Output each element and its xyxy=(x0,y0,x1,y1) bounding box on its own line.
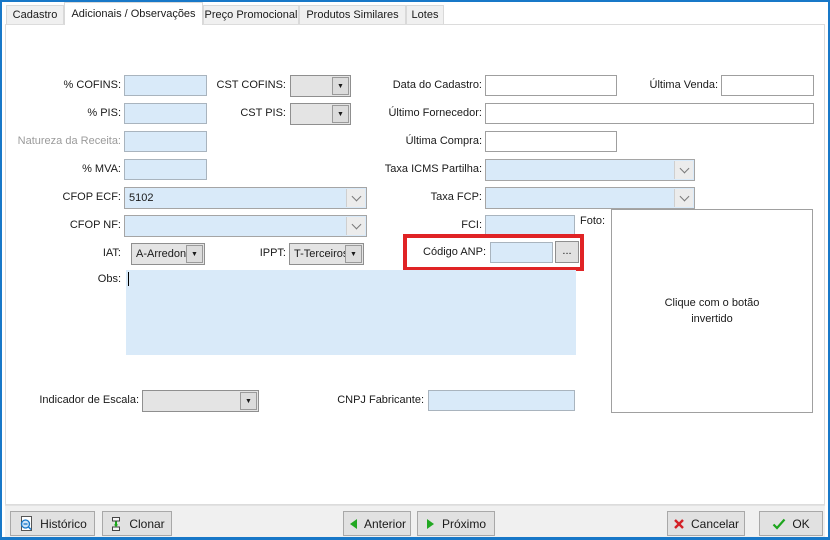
next-arrow-icon xyxy=(426,518,436,530)
tab-label: Produtos Similares xyxy=(306,9,398,21)
dropdown-arrow-icon[interactable]: ▼ xyxy=(332,77,349,95)
fci-input[interactable] xyxy=(485,215,575,236)
tab-label: Lotes xyxy=(412,9,439,21)
dropdown-arrow-icon[interactable]: ▼ xyxy=(186,245,203,263)
cnpj-fabricante-input[interactable] xyxy=(428,390,575,411)
cfop-ecf-label: CFOP ECF: xyxy=(13,187,121,208)
proximo-button-label: Próximo xyxy=(442,517,486,531)
bottom-button-bar: Histórico Clonar Anterior Próximo xyxy=(5,505,825,537)
foto-box[interactable]: Clique com o botão invertido xyxy=(611,209,813,413)
ippt-value: T-Terceiros xyxy=(294,248,348,260)
foto-label: Foto: xyxy=(580,211,610,232)
taxa-icms-partilha-label: Taxa ICMS Partilha: xyxy=(366,159,482,180)
codigo-anp-highlight: Código ANP: ... xyxy=(403,234,584,271)
anterior-button[interactable]: Anterior xyxy=(343,511,411,536)
chevron-down-icon[interactable] xyxy=(346,189,365,207)
ultima-venda-input[interactable] xyxy=(721,75,814,96)
cfop-nf-select[interactable] xyxy=(124,215,367,237)
chevron-down-icon[interactable] xyxy=(674,161,693,179)
taxa-fcp-label: Taxa FCP: xyxy=(366,187,482,208)
cfop-nf-label: CFOP NF: xyxy=(13,215,121,236)
codigo-anp-browse-button[interactable]: ... xyxy=(555,241,579,263)
indicador-escala-select[interactable]: ▼ xyxy=(142,390,259,412)
foto-hint: Clique com o botão invertido xyxy=(647,295,777,328)
text-caret xyxy=(128,272,129,286)
clonar-button-label: Clonar xyxy=(129,517,164,531)
previous-arrow-icon xyxy=(348,518,358,530)
pis-label: % PIS: xyxy=(13,103,121,124)
proximo-button[interactable]: Próximo xyxy=(417,511,495,536)
ok-button[interactable]: OK xyxy=(759,511,823,536)
cancel-x-icon xyxy=(673,518,685,530)
chevron-down-icon[interactable] xyxy=(346,217,365,235)
clonar-button[interactable]: Clonar xyxy=(102,511,172,536)
tab-label: Cadastro xyxy=(13,9,58,21)
data-cadastro-input[interactable] xyxy=(485,75,617,96)
tab-preco-promocional[interactable]: Preço Promocional xyxy=(203,5,299,24)
mva-label: % MVA: xyxy=(13,159,121,180)
tab-adicionais-observacoes[interactable]: Adicionais / Observações xyxy=(64,2,203,25)
natureza-receita-input[interactable] xyxy=(124,131,207,152)
codigo-anp-label: Código ANP: xyxy=(412,242,486,263)
dropdown-arrow-icon[interactable]: ▼ xyxy=(240,392,257,410)
fci-label: FCI: xyxy=(366,215,482,236)
pis-input[interactable] xyxy=(124,103,207,124)
indicador-escala-label: Indicador de Escala: xyxy=(26,390,139,411)
dropdown-arrow-icon[interactable]: ▼ xyxy=(332,105,349,123)
cancelar-button-label: Cancelar xyxy=(691,517,739,531)
history-document-icon xyxy=(18,516,34,532)
ok-button-label: OK xyxy=(792,517,809,531)
tab-page-adicionais: % COFINS: CST COFINS: ▼ Data do Cadastro… xyxy=(5,24,825,505)
ultima-compra-label: Última Compra: xyxy=(366,131,482,152)
tab-lotes[interactable]: Lotes xyxy=(406,5,444,24)
ultimo-fornecedor-input[interactable] xyxy=(485,103,814,124)
anterior-button-label: Anterior xyxy=(364,517,406,531)
iat-label: IAT: xyxy=(76,243,121,264)
natureza-receita-label: Natureza da Receita: xyxy=(13,131,121,152)
taxa-icms-partilha-select[interactable] xyxy=(485,159,695,181)
ultima-compra-input[interactable] xyxy=(485,131,617,152)
product-form-window: Cadastro Adicionais / Observações Preço … xyxy=(0,0,830,540)
cst-cofins-select[interactable]: ▼ xyxy=(290,75,351,97)
cnpj-fabricante-label: CNPJ Fabricante: xyxy=(321,390,424,411)
cst-pis-select[interactable]: ▼ xyxy=(290,103,351,125)
cst-cofins-label: CST COFINS: xyxy=(206,75,286,96)
ultimo-fornecedor-label: Último Fornecedor: xyxy=(366,103,482,124)
cancelar-button[interactable]: Cancelar xyxy=(667,511,745,536)
cst-pis-label: CST PIS: xyxy=(206,103,286,124)
ultima-venda-label: Última Venda: xyxy=(634,75,718,96)
cfop-ecf-select[interactable]: 5102 xyxy=(124,187,367,209)
dropdown-arrow-icon[interactable]: ▼ xyxy=(345,245,362,263)
tab-label: Preço Promocional xyxy=(205,9,298,21)
obs-label: Obs: xyxy=(91,269,121,290)
cfop-ecf-value: 5102 xyxy=(129,192,153,204)
taxa-fcp-select[interactable] xyxy=(485,187,695,209)
chevron-down-icon[interactable] xyxy=(674,189,693,207)
ok-check-icon xyxy=(772,518,786,530)
obs-textarea[interactable] xyxy=(126,270,576,355)
iat-select[interactable]: A-Arredond ▼ xyxy=(131,243,205,265)
tab-produtos-similares[interactable]: Produtos Similares xyxy=(299,5,406,24)
clone-icon xyxy=(109,516,123,532)
ippt-select[interactable]: T-Terceiros ▼ xyxy=(289,243,364,265)
historico-button-label: Histórico xyxy=(40,517,87,531)
codigo-anp-input[interactable] xyxy=(490,242,553,263)
ippt-label: IPPT: xyxy=(236,243,286,264)
iat-value: A-Arredond xyxy=(136,248,192,260)
cofins-input[interactable] xyxy=(124,75,207,96)
tab-label: Adicionais / Observações xyxy=(71,8,195,20)
mva-input[interactable] xyxy=(124,159,207,180)
tab-cadastro[interactable]: Cadastro xyxy=(6,5,64,24)
cofins-label: % COFINS: xyxy=(13,75,121,96)
historico-button[interactable]: Histórico xyxy=(10,511,95,536)
data-cadastro-label: Data do Cadastro: xyxy=(366,75,482,96)
tab-strip: Cadastro Adicionais / Observações Preço … xyxy=(2,2,828,24)
